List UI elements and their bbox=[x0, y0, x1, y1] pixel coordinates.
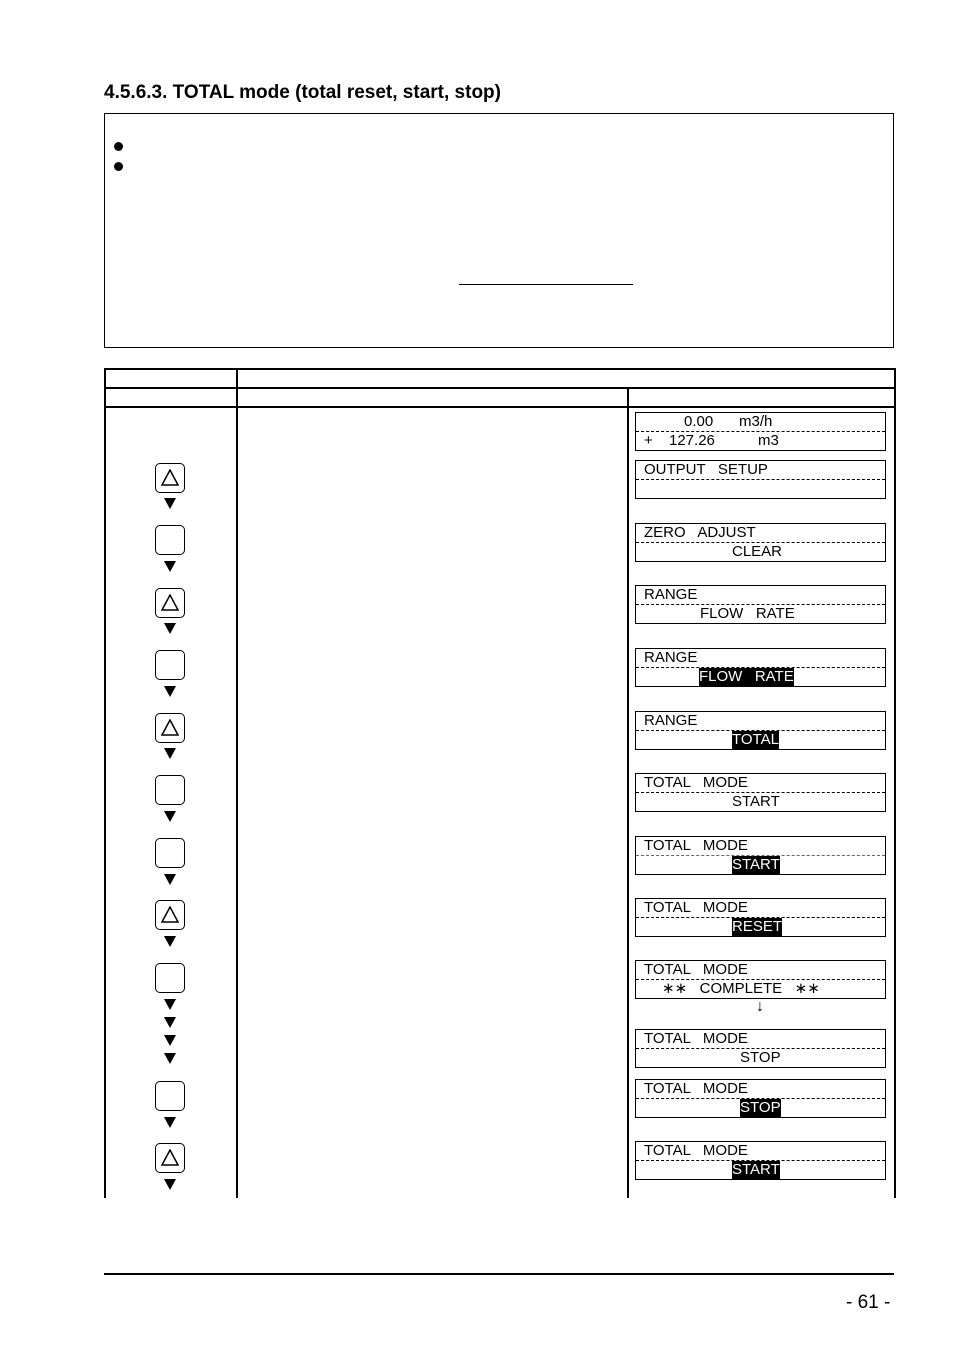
up-key-button[interactable] bbox=[155, 463, 185, 493]
up-key-button[interactable] bbox=[155, 1143, 185, 1173]
bullet-icon bbox=[114, 162, 123, 171]
down-arrow-icon bbox=[164, 561, 176, 572]
lcd-display: TOTAL MODE STOP bbox=[635, 1029, 886, 1068]
lcd-line2-selected: START bbox=[732, 1161, 780, 1179]
lcd-line1: TOTAL MODE bbox=[644, 837, 748, 854]
lcd-line1: TOTAL MODE bbox=[644, 1080, 748, 1097]
enter-key-button[interactable] bbox=[155, 650, 185, 680]
down-arrow-icon bbox=[164, 1179, 176, 1190]
lcd-line2: FLOW RATE bbox=[700, 605, 795, 622]
total-unit: m3 bbox=[758, 432, 779, 449]
note-box bbox=[104, 113, 894, 348]
enter-key-button[interactable] bbox=[155, 775, 185, 805]
up-triangle-icon bbox=[161, 469, 179, 486]
up-key-button[interactable] bbox=[155, 713, 185, 743]
lcd-line2: CLEAR bbox=[732, 543, 783, 560]
enter-key-button[interactable] bbox=[155, 525, 185, 555]
total-sign: + bbox=[644, 432, 653, 449]
down-arrow-icon bbox=[164, 1035, 176, 1046]
lcd-line2: START bbox=[732, 793, 780, 810]
lcd-line1: TOTAL MODE bbox=[644, 774, 748, 791]
up-triangle-icon bbox=[161, 594, 179, 611]
lcd-display: TOTAL MODE START bbox=[635, 1141, 886, 1180]
lcd-display: ZERO ADJUST CLEAR bbox=[635, 523, 886, 562]
table-col-line bbox=[627, 387, 629, 1198]
enter-key-button[interactable] bbox=[155, 838, 185, 868]
lcd-line2-selected: TOTAL bbox=[732, 731, 779, 749]
lcd-line2: STOP bbox=[740, 1049, 781, 1066]
enter-key-button[interactable] bbox=[155, 963, 185, 993]
lcd-line1: TOTAL MODE bbox=[644, 961, 748, 978]
flow-rate-unit: m3/h bbox=[739, 413, 773, 430]
down-arrow-icon bbox=[164, 686, 176, 697]
up-key-button[interactable] bbox=[155, 588, 185, 618]
lcd-line2-selected: RESET bbox=[732, 918, 783, 936]
lcd-display: RANGE TOTAL bbox=[635, 711, 886, 750]
down-arrow-icon bbox=[164, 874, 176, 885]
up-triangle-icon bbox=[161, 1149, 179, 1166]
up-triangle-icon bbox=[161, 719, 179, 736]
lcd-line1: RANGE bbox=[644, 586, 698, 603]
lcd-display: TOTAL MODE START bbox=[635, 836, 886, 875]
lcd-line1: TOTAL MODE bbox=[644, 1030, 748, 1047]
lcd-line2-selected: STOP bbox=[740, 1099, 781, 1117]
down-arrow-icon bbox=[164, 748, 176, 759]
lcd-line2: ∗∗ COMPLETE ∗∗ bbox=[662, 980, 820, 997]
table-col-line bbox=[894, 368, 896, 1198]
bullet-icon bbox=[114, 142, 123, 151]
up-triangle-icon bbox=[161, 906, 179, 923]
table-col-line bbox=[104, 368, 106, 1198]
down-arrow-icon bbox=[164, 936, 176, 947]
table-header-divider bbox=[104, 406, 895, 408]
lcd-display: 0.00 m3/h +127.26 m3 bbox=[635, 412, 886, 451]
lcd-display: RANGE FLOW RATE bbox=[635, 648, 886, 687]
lcd-line2-selected: FLOW RATE bbox=[699, 668, 794, 686]
lcd-line1: TOTAL MODE bbox=[644, 1142, 748, 1159]
down-arrow-icon bbox=[164, 1017, 176, 1028]
enter-key-button[interactable] bbox=[155, 1081, 185, 1111]
down-arrow-icon bbox=[164, 999, 176, 1010]
down-arrow-icon bbox=[164, 811, 176, 822]
lcd-line1: OUTPUT SETUP bbox=[644, 461, 768, 478]
down-arrow-icon bbox=[164, 498, 176, 509]
underline-mark bbox=[459, 284, 633, 285]
up-key-button[interactable] bbox=[155, 900, 185, 930]
footer-rule bbox=[104, 1273, 894, 1275]
page-number: - 61 - bbox=[846, 1292, 891, 1313]
lcd-line2-selected: START bbox=[732, 856, 780, 874]
lcd-display: TOTAL MODE STOP bbox=[635, 1079, 886, 1118]
total-value: 127.26 bbox=[669, 432, 715, 449]
table-col-line bbox=[236, 368, 238, 1198]
lcd-display: OUTPUT SETUP bbox=[635, 460, 886, 499]
down-arrow-icon bbox=[164, 1053, 176, 1064]
lcd-display: TOTAL MODE ∗∗ COMPLETE ∗∗ bbox=[635, 960, 886, 999]
flow-rate-value: 0.00 bbox=[684, 413, 714, 430]
down-arrow-icon bbox=[164, 1117, 176, 1128]
lcd-display: TOTAL MODE START bbox=[635, 773, 886, 812]
lcd-line1: TOTAL MODE bbox=[644, 899, 748, 916]
lcd-display: RANGE FLOW RATE bbox=[635, 585, 886, 624]
transition-arrow-icon: ↓ bbox=[756, 998, 764, 1015]
section-title: 4.5.6.3. TOTAL mode (total reset, start,… bbox=[104, 82, 501, 103]
lcd-line1: RANGE bbox=[644, 649, 698, 666]
table-header-divider bbox=[104, 387, 895, 389]
lcd-display: TOTAL MODE RESET bbox=[635, 898, 886, 937]
down-arrow-icon bbox=[164, 623, 176, 634]
lcd-line1: RANGE bbox=[644, 712, 698, 729]
lcd-line1: ZERO ADJUST bbox=[644, 524, 756, 541]
table-border-top bbox=[104, 368, 895, 370]
